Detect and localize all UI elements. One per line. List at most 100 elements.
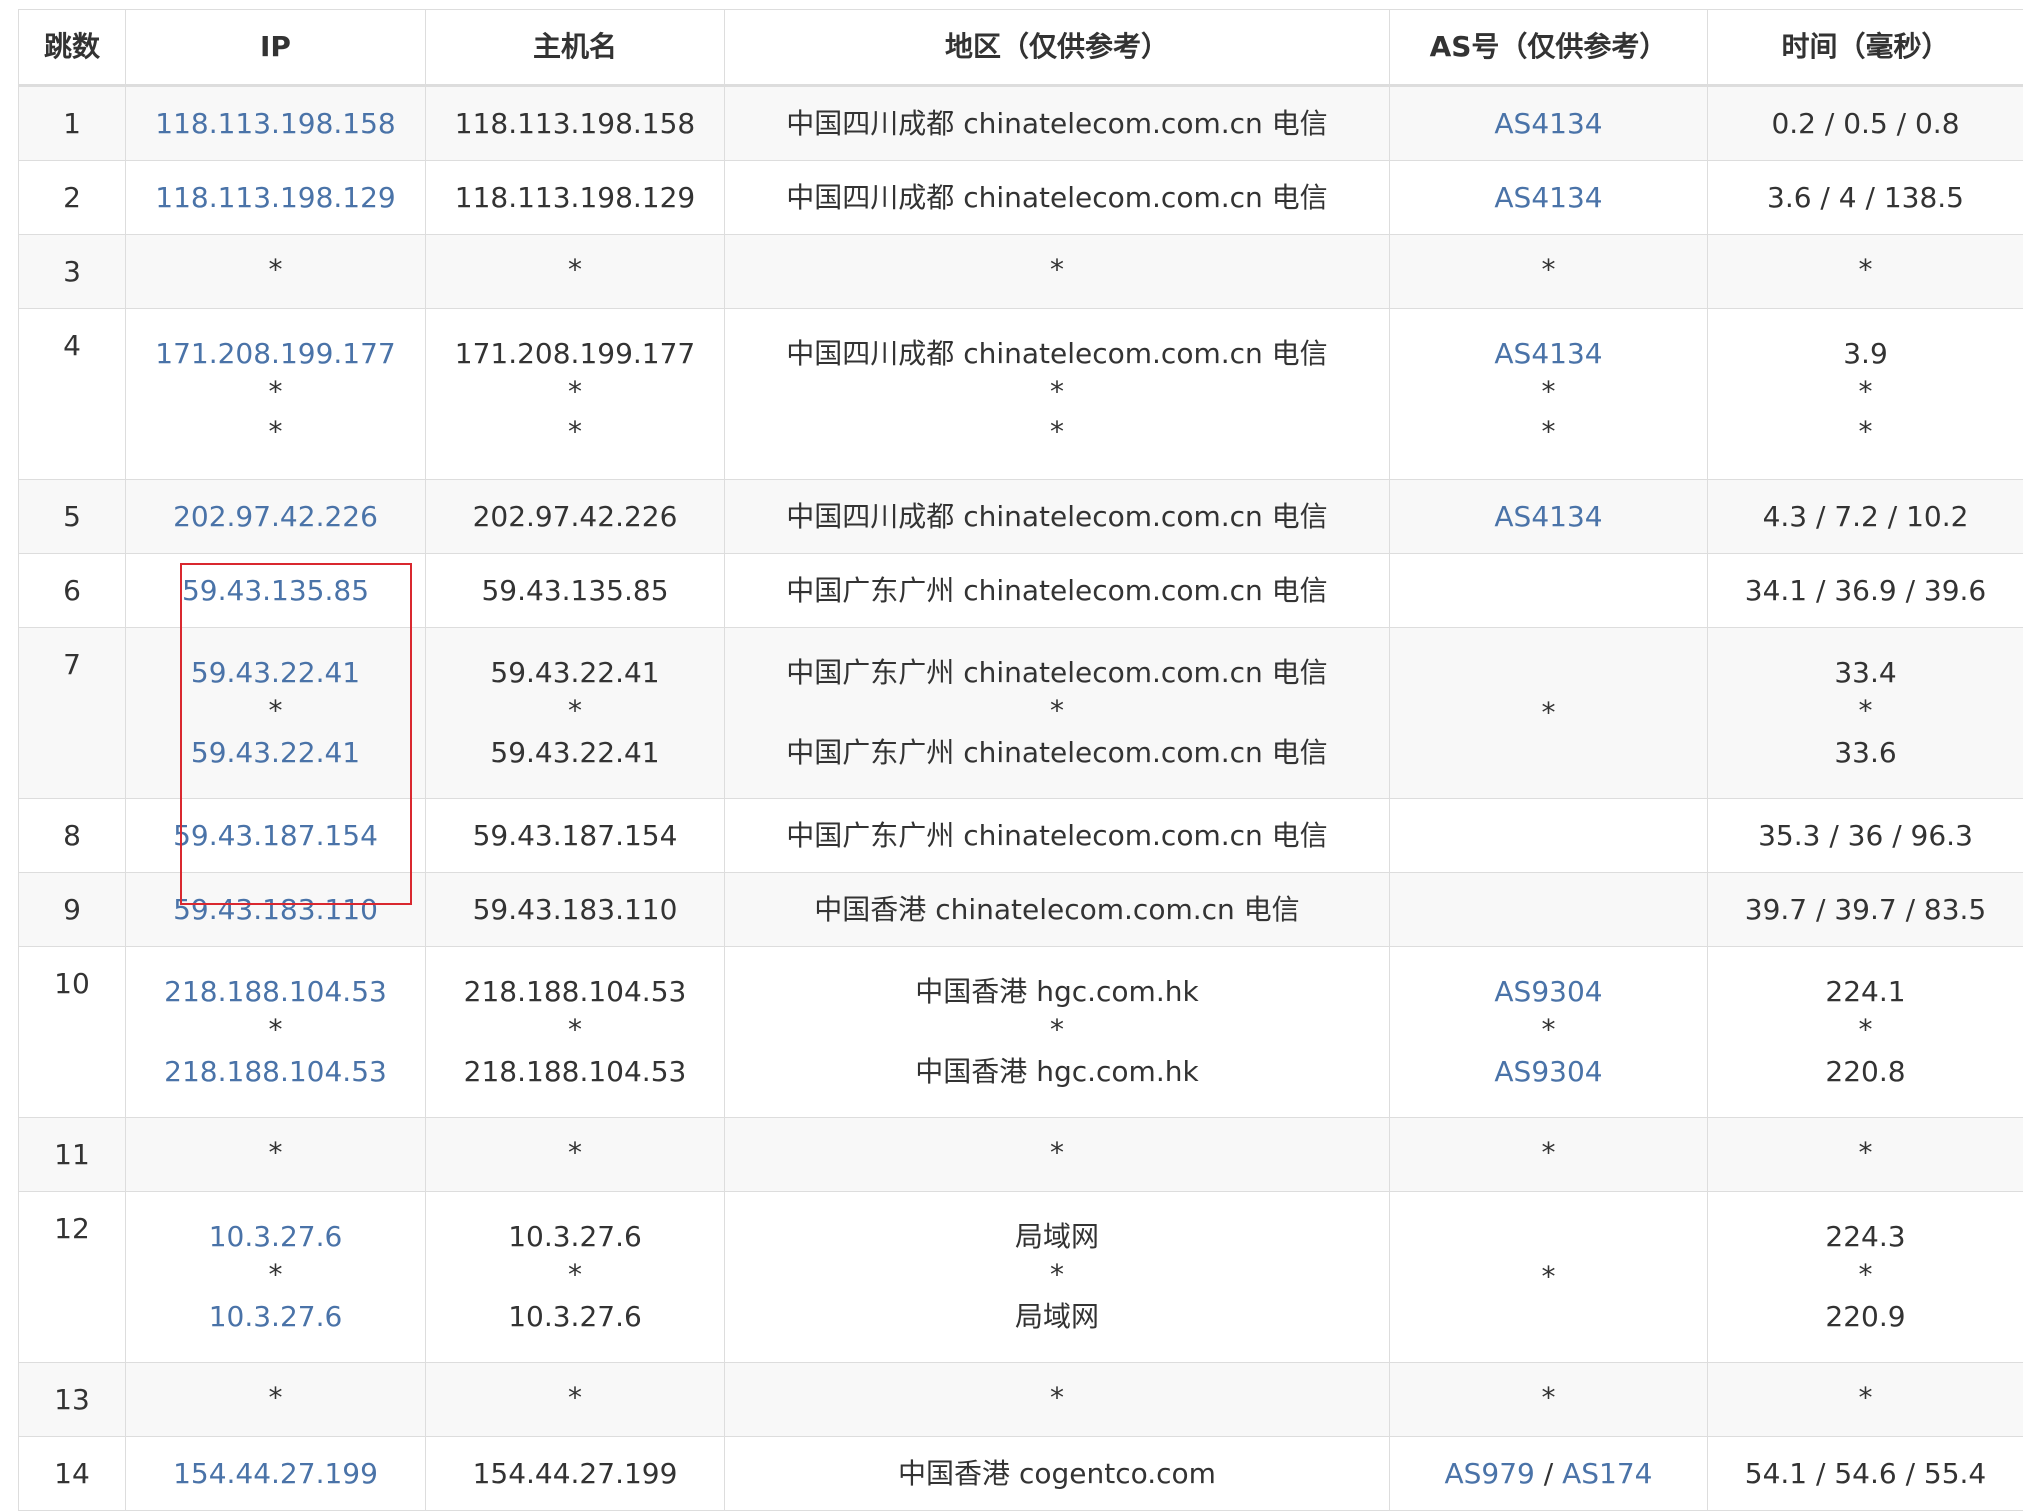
region-text: 局域网	[725, 1297, 1389, 1337]
region-cell: *	[725, 1363, 1390, 1437]
time-text: *	[1708, 252, 2023, 292]
as-cell: *	[1390, 1363, 1708, 1437]
hostname-text: *	[426, 374, 724, 414]
as-link[interactable]: AS4134	[1494, 107, 1602, 140]
ip-link[interactable]: 118.113.198.158	[126, 104, 425, 144]
ip-cell: *	[126, 1118, 426, 1192]
ip-link: *	[126, 1380, 425, 1420]
as-cell: *	[1390, 628, 1708, 799]
ip-link[interactable]: 218.188.104.53	[126, 972, 425, 1012]
ip-link: *	[126, 693, 425, 733]
region-cell: 中国广东广州 chinatelecom.com.cn 电信	[725, 554, 1390, 628]
hop-cell: 7	[19, 628, 126, 799]
as-cell: AS4134	[1390, 86, 1708, 161]
region-text: *	[725, 252, 1389, 292]
ip-cell: 118.113.198.129	[126, 161, 426, 235]
as-link[interactable]: AS4134	[1494, 337, 1602, 370]
time-cell: *	[1708, 1363, 2023, 1437]
hop-cell: 2	[19, 161, 126, 235]
region-text: *	[725, 693, 1389, 733]
ip-link[interactable]: 171.208.199.177	[126, 334, 425, 374]
time-text: *	[1708, 1135, 2023, 1175]
table-row: 659.43.135.8559.43.135.85中国广东广州 chinatel…	[19, 554, 2023, 628]
table-row: 1118.113.198.158118.113.198.158中国四川成都 ch…	[19, 86, 2023, 161]
ip-link: *	[126, 1257, 425, 1297]
hostname-text: 59.43.183.110	[426, 890, 724, 930]
ip-cell: 202.97.42.226	[126, 480, 426, 554]
table-header-row: 跳数 IP 主机名 地区（仅供参考） AS号（仅供参考） 时间（毫秒）	[19, 10, 2023, 86]
as-link[interactable]: AS174	[1562, 1457, 1652, 1490]
as-cell	[1390, 873, 1708, 947]
as-cell: AS9304*AS9304	[1390, 947, 1708, 1118]
time-text: 54.1 / 54.6 / 55.4	[1708, 1454, 2023, 1494]
header-time: 时间（毫秒）	[1708, 10, 2023, 86]
as-line: AS4134	[1390, 497, 1707, 537]
time-text: 34.1 / 36.9 / 39.6	[1708, 571, 2023, 611]
ip-link[interactable]: 218.188.104.53	[126, 1052, 425, 1092]
ip-link[interactable]: 59.43.187.154	[126, 816, 425, 856]
ip-link: *	[126, 374, 425, 414]
hop-cell: 1	[19, 86, 126, 161]
region-cell: 中国香港 cogentco.com	[725, 1437, 1390, 1511]
time-cell: *	[1708, 1118, 2023, 1192]
time-text: *	[1708, 1257, 2023, 1297]
region-cell: 中国香港 hgc.com.hk*中国香港 hgc.com.hk	[725, 947, 1390, 1118]
hop-cell: 4	[19, 309, 126, 480]
ip-link[interactable]: 59.43.135.85	[126, 571, 425, 611]
hostname-cell: 10.3.27.6*10.3.27.6	[426, 1192, 725, 1363]
ip-link[interactable]: 10.3.27.6	[126, 1217, 425, 1257]
as-link[interactable]: AS979	[1445, 1457, 1535, 1490]
time-text: *	[1708, 693, 2023, 733]
as-line: *	[1390, 252, 1707, 292]
table-body: 1118.113.198.158118.113.198.158中国四川成都 ch…	[19, 86, 2023, 1511]
region-text: 中国香港 cogentco.com	[725, 1454, 1389, 1494]
hop-cell: 8	[19, 799, 126, 873]
hostname-cell: 59.43.183.110	[426, 873, 725, 947]
as-text: *	[1542, 415, 1556, 448]
ip-link[interactable]: 59.43.22.41	[126, 733, 425, 773]
region-text: *	[725, 1257, 1389, 1297]
as-link[interactable]: AS9304	[1494, 1055, 1602, 1088]
region-cell: 中国广东广州 chinatelecom.com.cn 电信*中国广东广州 chi…	[725, 628, 1390, 799]
ip-link[interactable]: 10.3.27.6	[126, 1297, 425, 1337]
as-line: AS979 / AS174	[1390, 1454, 1707, 1494]
ip-link[interactable]: 59.43.22.41	[126, 653, 425, 693]
as-line: AS4134	[1390, 104, 1707, 144]
as-link[interactable]: AS9304	[1494, 975, 1602, 1008]
as-line: AS4134	[1390, 178, 1707, 218]
hostname-text: 202.97.42.226	[426, 497, 724, 537]
time-cell: 3.9**	[1708, 309, 2023, 480]
ip-cell: *	[126, 235, 426, 309]
hostname-text: *	[426, 1135, 724, 1175]
ip-link[interactable]: 59.43.183.110	[126, 890, 425, 930]
hostname-cell: 59.43.22.41*59.43.22.41	[426, 628, 725, 799]
table-row: 13*****	[19, 1363, 2023, 1437]
ip-link[interactable]: 154.44.27.199	[126, 1454, 425, 1494]
as-text: *	[1542, 696, 1556, 729]
as-line	[1390, 890, 1707, 930]
region-cell: 中国广东广州 chinatelecom.com.cn 电信	[725, 799, 1390, 873]
ip-cell: 218.188.104.53*218.188.104.53	[126, 947, 426, 1118]
hostname-text: 218.188.104.53	[426, 972, 724, 1012]
time-text: 33.4	[1708, 653, 2023, 693]
hostname-text: *	[426, 1257, 724, 1297]
ip-link: *	[126, 1135, 425, 1175]
region-text: 中国四川成都 chinatelecom.com.cn 电信	[725, 334, 1389, 374]
as-cell: AS4134	[1390, 480, 1708, 554]
time-cell: 0.2 / 0.5 / 0.8	[1708, 86, 2023, 161]
as-link[interactable]: AS4134	[1494, 500, 1602, 533]
as-line: AS4134	[1390, 334, 1707, 374]
ip-link: *	[126, 252, 425, 292]
ip-link[interactable]: 118.113.198.129	[126, 178, 425, 218]
as-text: *	[1542, 253, 1556, 286]
hostname-text: 154.44.27.199	[426, 1454, 724, 1494]
hostname-text: 59.43.22.41	[426, 653, 724, 693]
hop-cell: 13	[19, 1363, 126, 1437]
time-cell: 224.3*220.9	[1708, 1192, 2023, 1363]
region-text: 中国四川成都 chinatelecom.com.cn 电信	[725, 497, 1389, 537]
time-text: 35.3 / 36 / 96.3	[1708, 816, 2023, 856]
traceroute-panel: 跳数 IP 主机名 地区（仅供参考） AS号（仅供参考） 时间（毫秒） 1118…	[18, 9, 2023, 1511]
region-cell: 中国四川成都 chinatelecom.com.cn 电信**	[725, 309, 1390, 480]
ip-link[interactable]: 202.97.42.226	[126, 497, 425, 537]
as-link[interactable]: AS4134	[1494, 181, 1602, 214]
